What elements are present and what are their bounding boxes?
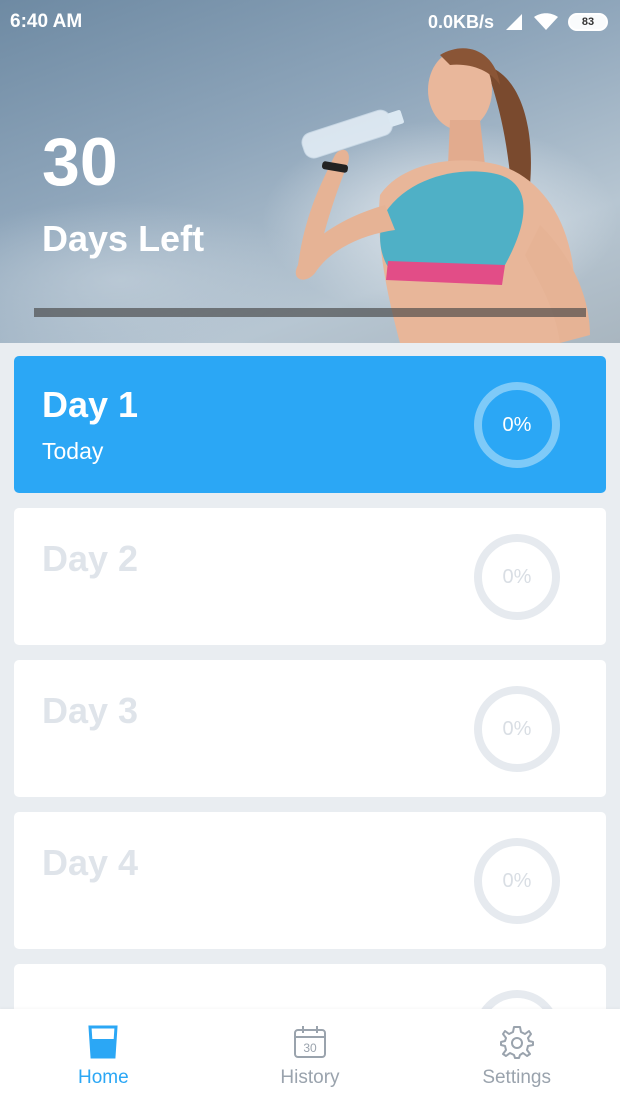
- bottom-navigation: Home 30 History Settings: [0, 1009, 620, 1102]
- challenge-progress-bar: [34, 308, 586, 317]
- day-card-2[interactable]: Day 2 0%: [14, 508, 606, 645]
- network-speed: 0.0KB/s: [427, 11, 494, 32]
- calendar-icon-number: 30: [303, 1041, 317, 1055]
- day-subtitle: Today: [42, 438, 104, 464]
- day-card-3[interactable]: Day 3 0%: [14, 660, 606, 797]
- water-glass-icon: [88, 1025, 118, 1059]
- day-progress-ring: 0%: [474, 838, 560, 924]
- nav-history[interactable]: 30 History: [207, 1009, 413, 1089]
- hero-banner: 6:40 AM 0.0KB/s 83 30 Days Left: [0, 0, 620, 343]
- wifi-icon: [534, 13, 558, 30]
- nav-home[interactable]: Home: [0, 1009, 206, 1089]
- day-list: Day 1 Today 0% Day 2 0% Day 3 0% Day 4 0…: [14, 356, 606, 1076]
- day-title: Day 1: [42, 384, 139, 425]
- day-title: Day 2: [42, 538, 139, 579]
- nav-history-label: History: [280, 1067, 340, 1088]
- days-left-count: 30: [42, 124, 118, 200]
- day-title: Day 4: [42, 842, 139, 883]
- battery-icon: 83: [568, 13, 608, 31]
- day-percent: 0%: [502, 413, 532, 436]
- day-progress-ring: 0%: [474, 534, 560, 620]
- days-left-label: Days Left: [42, 218, 205, 259]
- status-time: 6:40 AM: [10, 11, 83, 32]
- day-progress-ring: 0%: [474, 382, 560, 468]
- gear-icon: [499, 1026, 534, 1059]
- day-progress-ring: 0%: [474, 686, 560, 772]
- calendar-icon: 30: [293, 1026, 326, 1058]
- day-title: Day 3: [42, 690, 139, 731]
- nav-settings[interactable]: Settings: [414, 1009, 620, 1089]
- day-card-4[interactable]: Day 4 0%: [14, 812, 606, 949]
- signal-icon: [506, 14, 522, 30]
- day-percent: 0%: [502, 717, 532, 740]
- status-bar: 6:40 AM 0.0KB/s 83: [0, 0, 620, 44]
- day-percent: 0%: [502, 565, 532, 588]
- day-card-1[interactable]: Day 1 Today 0%: [14, 356, 606, 493]
- nav-settings-label: Settings: [482, 1067, 551, 1088]
- woman-drinking-water-illustration: [295, 48, 590, 343]
- nav-home-label: Home: [77, 1067, 129, 1088]
- day-percent: 0%: [502, 869, 532, 892]
